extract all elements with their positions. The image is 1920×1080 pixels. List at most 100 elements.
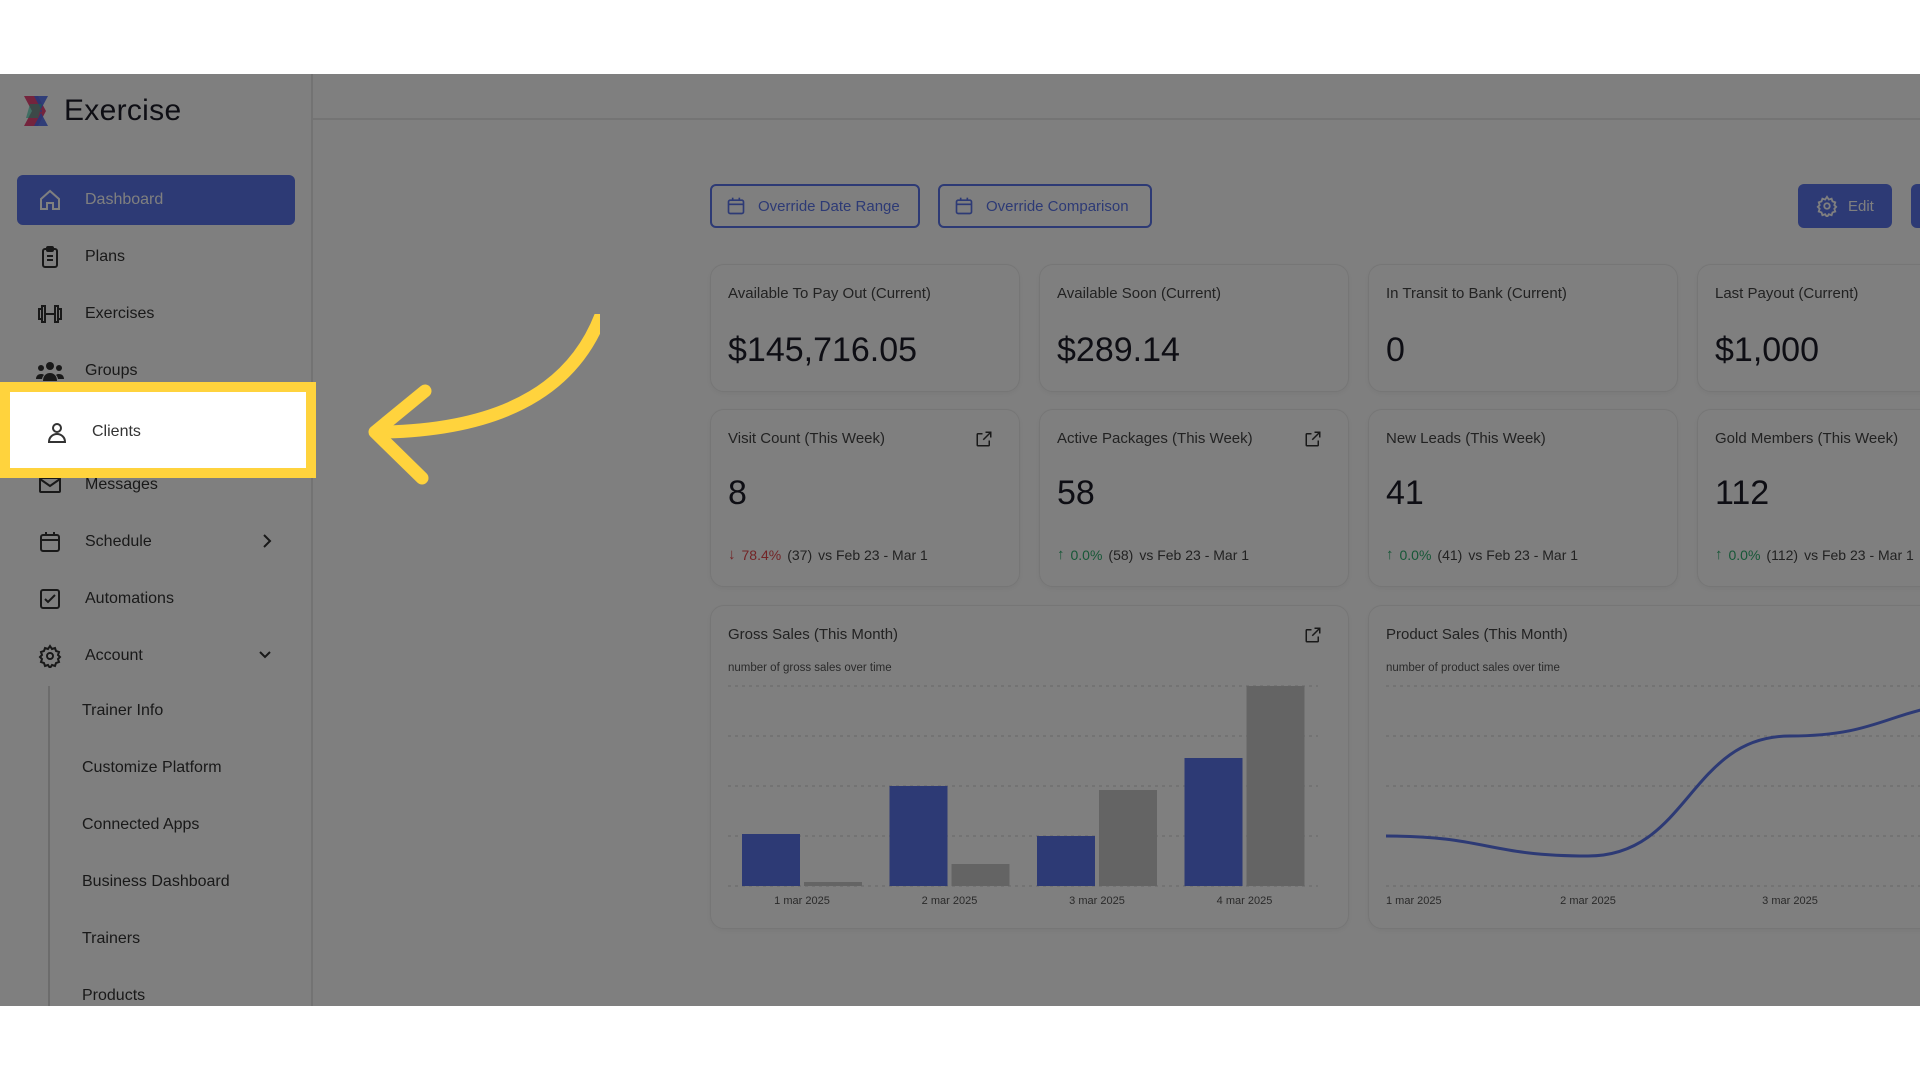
stat-delta: ↑ 0.0% (41) vs Feb 23 - Mar 1: [1386, 546, 1578, 563]
x-tick-label: 1 mar 2025: [1386, 895, 1442, 907]
sidebar-subitem-connected-apps[interactable]: Connected Apps: [82, 816, 199, 834]
sidebar-item-label: Account: [85, 647, 143, 664]
x-tick-label: 3 mar 2025: [1762, 895, 1818, 907]
sidebar-item-account[interactable]: Account: [17, 631, 295, 681]
bar: [1184, 758, 1243, 886]
sidebar-subitem-business-dashboard[interactable]: Business Dashboard: [82, 873, 230, 891]
arrow-up-icon: ↑: [1057, 546, 1065, 563]
stat-card-visit-count: Visit Count (This Week) 8 ↓ 78.4% (37) v…: [710, 409, 1020, 587]
delta-previous: (58): [1108, 546, 1134, 563]
sidebar-item-dashboard[interactable]: Dashboard: [17, 175, 295, 225]
button-label: Override Comparison: [986, 197, 1129, 215]
home-icon: [35, 185, 65, 215]
highlight-box: Clients: [0, 382, 316, 478]
bar: [1037, 836, 1095, 886]
calendar-icon: [955, 197, 973, 215]
sidebar-item-label: Dashboard: [85, 191, 164, 208]
more-button[interactable]: [1911, 184, 1920, 228]
chart-title: Gross Sales (This Month): [728, 626, 899, 643]
arrow-up-icon: ↑: [1386, 546, 1394, 563]
chart-card-gross-sales: Gross Sales (This Month) number of gross…: [710, 605, 1349, 929]
sidebar-item-label: Schedule: [85, 533, 152, 550]
x-tick-label: 2 mar 2025: [922, 895, 978, 907]
annotation-arrow-icon: [368, 314, 600, 485]
stat-delta: ↑ 0.0% (112) vs Feb 23 - Mar 1: [1715, 546, 1914, 563]
delta-range: vs Feb 23 - Mar 1: [1804, 546, 1914, 563]
chevron-down-icon: [259, 651, 271, 659]
delta-range: vs Feb 23 - Mar 1: [1139, 546, 1250, 563]
sidebar-item-label: Plans: [85, 248, 126, 265]
submenu-divider: [48, 686, 50, 1006]
stat-value: 8: [728, 474, 747, 512]
sidebar-item-label: Exercises: [85, 305, 155, 322]
arrow-down-icon: ↓: [728, 546, 736, 563]
bar: [1099, 790, 1157, 886]
x-tick-label: 4 mar 2025: [1217, 895, 1273, 907]
stat-value: $1,000: [1715, 331, 1819, 369]
sidebar-item-exercises[interactable]: Exercises: [17, 289, 295, 339]
sidebar-subitem-products[interactable]: Products: [82, 987, 145, 1005]
edit-button[interactable]: Edit: [1798, 184, 1892, 228]
delta-previous: (37): [787, 546, 813, 563]
stat-card-new-leads: New Leads (This Week) 41 ↑ 0.0% (41) vs …: [1368, 409, 1678, 587]
stat-value: 41: [1386, 474, 1424, 512]
bar: [742, 834, 800, 886]
clipboard-icon: [35, 242, 65, 272]
delta-range: vs Feb 23 - Mar 1: [818, 546, 928, 563]
sidebar-subitem-trainers[interactable]: Trainers: [82, 930, 140, 948]
stat-value: $145,716.05: [728, 331, 918, 369]
stat-label: In Transit to Bank (Current): [1386, 285, 1567, 302]
logo-icon: [24, 96, 48, 126]
chart-subtitle: number of product sales over time: [1386, 662, 1560, 674]
external-link-icon[interactable]: [1304, 626, 1322, 644]
bar: [889, 786, 948, 886]
app-window: Exercise Dashboard Plans Exercises Group: [0, 74, 1920, 1006]
brand[interactable]: Exercise: [20, 94, 181, 128]
sidebar-item-label: Messages: [85, 476, 158, 493]
delta-range: vs Feb 23 - Mar 1: [1468, 546, 1579, 563]
stat-card-available-payout: Available To Pay Out (Current) $145,716.…: [710, 264, 1020, 392]
button-label: Edit: [1848, 197, 1874, 215]
gross-sales-bar-chart: 1 mar 2025 2 mar 2025 3 mar 2025 4 mar 2025: [728, 685, 1318, 907]
dumbbell-icon: [35, 299, 65, 329]
stat-label: Gold Members (This Week): [1715, 430, 1899, 447]
chart-subtitle: number of gross sales over time: [728, 662, 892, 674]
stat-delta: ↓ 78.4% (37) vs Feb 23 - Mar 1: [728, 546, 928, 563]
sidebar-item-schedule[interactable]: Schedule: [17, 517, 295, 567]
x-tick-label: 2 mar 2025: [1560, 895, 1616, 907]
override-date-range-button[interactable]: Override Date Range: [710, 184, 920, 228]
sidebar-item-plans[interactable]: Plans: [17, 232, 295, 282]
user-icon: [42, 417, 72, 447]
stat-value: 58: [1057, 474, 1095, 512]
chevron-right-icon: [263, 534, 272, 548]
sidebar-item-label: Clients: [92, 423, 141, 440]
calendar-icon: [727, 197, 745, 215]
delta-percent: 0.0%: [1399, 546, 1432, 563]
sidebar-item-automations[interactable]: Automations: [17, 574, 295, 624]
gear-icon: [35, 641, 65, 671]
header-divider: [313, 118, 1920, 120]
x-tick-label: 1 mar 2025: [774, 895, 830, 907]
x-tick-label: 3 mar 2025: [1069, 895, 1125, 907]
override-comparison-button[interactable]: Override Comparison: [938, 184, 1152, 228]
sidebar-item-label: Automations: [85, 590, 174, 607]
external-link-icon[interactable]: [975, 430, 993, 448]
sidebar-subitem-trainer-info[interactable]: Trainer Info: [82, 702, 163, 720]
sidebar-item-clients[interactable]: Clients: [42, 417, 141, 447]
sidebar-subitem-customize-platform[interactable]: Customize Platform: [82, 759, 222, 777]
bar: [804, 882, 862, 886]
delta-percent: 78.4%: [741, 546, 782, 563]
delta-percent: 0.0%: [1070, 546, 1103, 563]
product-sales-line-chart: 1 mar 20252 mar 20253 mar 20254 mar 2025: [1386, 685, 1920, 907]
stat-card-last-payout: Last Payout (Current) $1,000: [1697, 264, 1920, 392]
chart-title: Product Sales (This Month): [1386, 626, 1568, 643]
bar: [1246, 686, 1305, 886]
chart-card-product-sales: Product Sales (This Month) number of pro…: [1368, 605, 1920, 929]
stat-label: New Leads (This Week): [1386, 430, 1546, 447]
external-link-icon[interactable]: [1304, 430, 1322, 448]
stat-value: 112: [1715, 474, 1770, 512]
stat-label: Available To Pay Out (Current): [728, 285, 931, 302]
stat-value: $289.14: [1057, 331, 1180, 369]
stat-card-gold-members: Gold Members (This Week) 112 ↑ 0.0% (112…: [1697, 409, 1920, 587]
stat-card-available-soon: Available Soon (Current) $289.14: [1039, 264, 1349, 392]
